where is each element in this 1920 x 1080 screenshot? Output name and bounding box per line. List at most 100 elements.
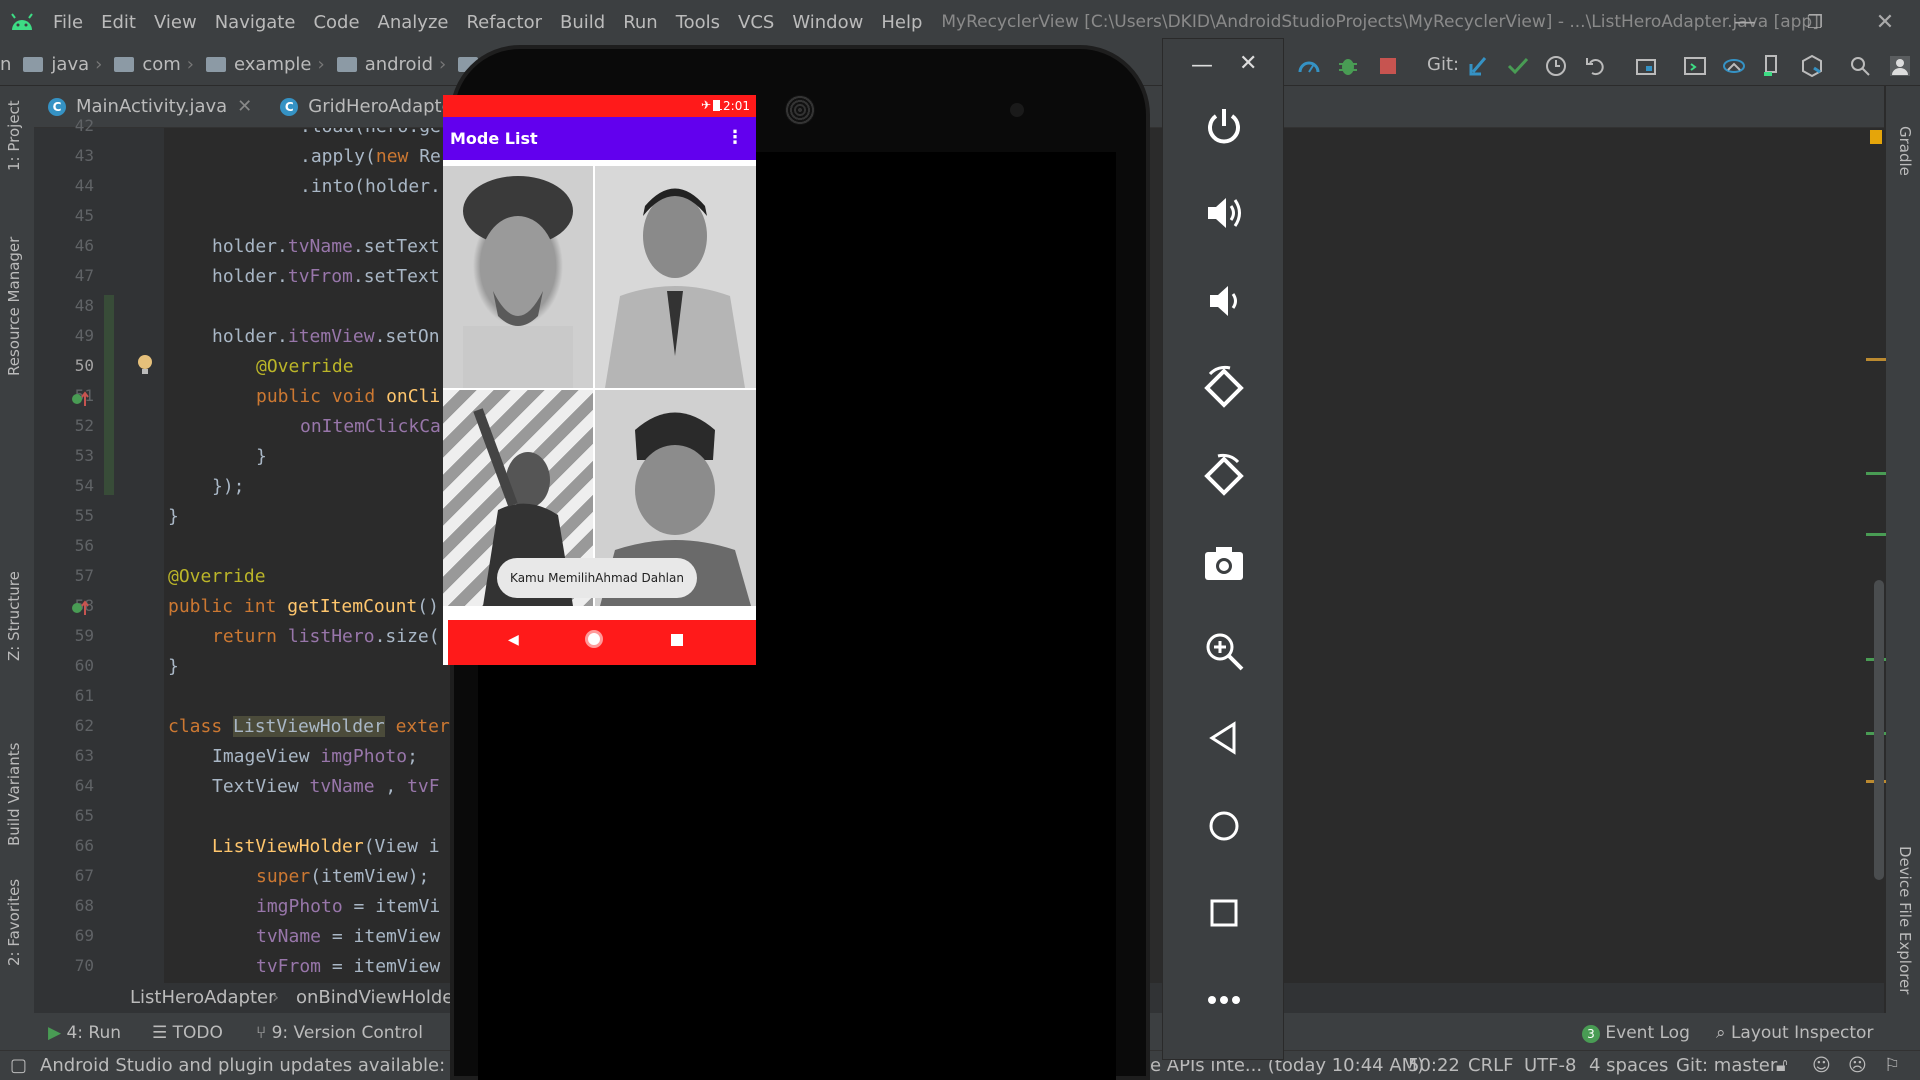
emulator-minimize-button[interactable]: — <box>1191 53 1213 78</box>
menu-file[interactable]: File <box>44 12 92 33</box>
tool-build-variants[interactable]: Build Variants <box>5 743 23 846</box>
override-marker-icon[interactable] <box>70 597 92 619</box>
account-icon[interactable] <box>1888 54 1912 78</box>
back-button[interactable] <box>1194 708 1254 768</box>
power-button[interactable] <box>1194 96 1254 156</box>
git-update-icon[interactable] <box>1467 54 1491 78</box>
app-window[interactable]: ✈ 12:01 Mode List ⋮ Kamu MemilihAhmad Da… <box>443 95 756 665</box>
tool-favorites[interactable]: 2: Favorites <box>5 879 23 966</box>
lightbulb-icon[interactable] <box>134 353 156 377</box>
line-separator[interactable]: CRLF <box>1468 1055 1513 1076</box>
menu-analyze[interactable]: Analyze <box>369 12 458 33</box>
hero-photo[interactable] <box>595 166 756 388</box>
tool-resource-manager[interactable]: Resource Manager <box>5 237 23 376</box>
rotate-right-button[interactable] <box>1194 446 1254 506</box>
minimize-button[interactable]: — <box>1710 0 1780 44</box>
home-button[interactable] <box>1194 796 1254 856</box>
close-tab-icon[interactable]: ✕ <box>237 96 252 117</box>
device-manager-icon[interactable] <box>1760 54 1784 78</box>
event-log-button[interactable]: 3 Event Log <box>1582 1023 1690 1043</box>
code-line: @Override <box>168 566 266 587</box>
nav-overview-icon[interactable] <box>671 634 683 646</box>
crumb-android[interactable]: android › <box>331 54 453 75</box>
override-marker-icon[interactable] <box>70 388 92 410</box>
menu-help[interactable]: Help <box>872 12 931 33</box>
stop-icon[interactable] <box>1376 54 1400 78</box>
tool-gradle[interactable]: Gradle <box>1896 126 1914 176</box>
nav-home-icon[interactable] <box>585 630 603 648</box>
hero-photo[interactable] <box>443 166 593 388</box>
menu-refactor[interactable]: Refactor <box>457 12 551 33</box>
menu-window[interactable]: Window <box>783 12 872 33</box>
rollback-icon[interactable] <box>1584 54 1608 78</box>
restore-button[interactable]: ❐ <box>1780 0 1850 44</box>
line-number: 57 <box>74 566 94 585</box>
crumb-com[interactable]: com › <box>108 54 200 75</box>
avd-manager-icon[interactable] <box>1683 54 1707 78</box>
menu-run[interactable]: Run <box>614 12 667 33</box>
crumb-label: android <box>364 54 433 75</box>
menu-code[interactable]: Code <box>304 12 368 33</box>
feedback-sad-icon[interactable]: ☹ <box>1848 1055 1867 1076</box>
volume-up-button[interactable] <box>1194 183 1254 243</box>
project-structure-icon[interactable] <box>1634 54 1658 78</box>
code-line: } <box>256 446 267 467</box>
version-control-tool-button[interactable]: ⑂ 9: Version Control <box>256 1023 423 1043</box>
nav-back-icon[interactable]: ◀ <box>508 632 519 648</box>
search-icon[interactable] <box>1848 54 1872 78</box>
notifications-icon[interactable]: ⚐ <box>1884 1055 1900 1076</box>
scroll-marker[interactable] <box>1866 533 1886 536</box>
git-commit-icon[interactable] <box>1506 54 1530 78</box>
emulator-close-button[interactable]: ✕ <box>1239 51 1257 76</box>
lock-icon[interactable]: 🔓︎ <box>1776 1055 1788 1076</box>
git-branch[interactable]: Git: master <box>1676 1055 1777 1076</box>
editor-scrollbar[interactable] <box>1874 580 1884 880</box>
rotate-left-button[interactable] <box>1194 358 1254 418</box>
history-icon[interactable] <box>1544 54 1568 78</box>
overflow-menu-icon[interactable]: ⋮ <box>726 127 744 148</box>
scroll-marker[interactable] <box>1866 358 1886 361</box>
menu-view[interactable]: View <box>145 12 206 33</box>
caret-position[interactable]: 50:22 <box>1408 1055 1460 1076</box>
profiler-icon[interactable] <box>1297 54 1321 78</box>
menu-edit[interactable]: Edit <box>92 12 145 33</box>
indent-setting[interactable]: 4 spaces <box>1589 1055 1668 1076</box>
menu-bar: File Edit View Navigate Code Analyze Ref… <box>0 0 1920 44</box>
menu-vcs[interactable]: VCS <box>729 12 783 33</box>
menu-build[interactable]: Build <box>551 12 614 33</box>
app-toolbar: Mode List ⋮ <box>443 117 756 160</box>
breadcrumb-class[interactable]: ListHeroAdapter <box>130 987 276 1008</box>
scroll-marker[interactable] <box>1866 472 1886 475</box>
line-number: 42 <box>74 116 94 135</box>
tool-device-file-explorer[interactable]: Device File Explorer <box>1896 846 1914 994</box>
screenshot-button[interactable] <box>1194 533 1254 593</box>
status-message[interactable]: Android Studio and plugin updates availa… <box>40 1055 503 1076</box>
sdk-manager-icon[interactable] <box>1800 54 1824 78</box>
crumb-module[interactable]: n <box>0 54 17 75</box>
tool-project[interactable]: 1: Project <box>5 100 23 171</box>
overview-button[interactable] <box>1194 883 1254 943</box>
sync-gradle-icon[interactable] <box>1722 54 1746 78</box>
file-encoding[interactable]: UTF-8 <box>1524 1055 1576 1076</box>
code-text-area[interactable]: .load(hero.ge .apply(new Re .into(holder… <box>164 128 454 983</box>
warning-marker-icon[interactable] <box>1870 130 1882 144</box>
menu-tools[interactable]: Tools <box>667 12 729 33</box>
debug-icon[interactable] <box>1336 54 1360 78</box>
front-camera-icon <box>1010 103 1024 117</box>
menu-navigate[interactable]: Navigate <box>206 12 305 33</box>
run-tool-button[interactable]: ▶ 4: Run <box>48 1023 121 1043</box>
breadcrumb-method[interactable]: onBindViewHolder( <box>296 987 468 1008</box>
crumb-java[interactable]: java › <box>17 54 108 75</box>
feedback-happy-icon[interactable]: ☺ <box>1812 1055 1831 1076</box>
crumb-example[interactable]: example › <box>200 54 331 75</box>
status-toggle-icon[interactable]: ▢ <box>10 1055 27 1076</box>
more-button[interactable] <box>1194 970 1254 1030</box>
folder-icon <box>206 57 226 72</box>
close-window-button[interactable]: ✕ <box>1850 0 1920 44</box>
crumb-label: example <box>234 54 312 75</box>
tool-structure[interactable]: Z: Structure <box>5 571 23 661</box>
volume-down-button[interactable] <box>1194 271 1254 331</box>
layout-inspector-button[interactable]: ⌕ Layout Inspector <box>1716 1023 1873 1043</box>
zoom-button[interactable] <box>1194 621 1254 681</box>
todo-tool-button[interactable]: ☰ TODO <box>152 1023 223 1043</box>
